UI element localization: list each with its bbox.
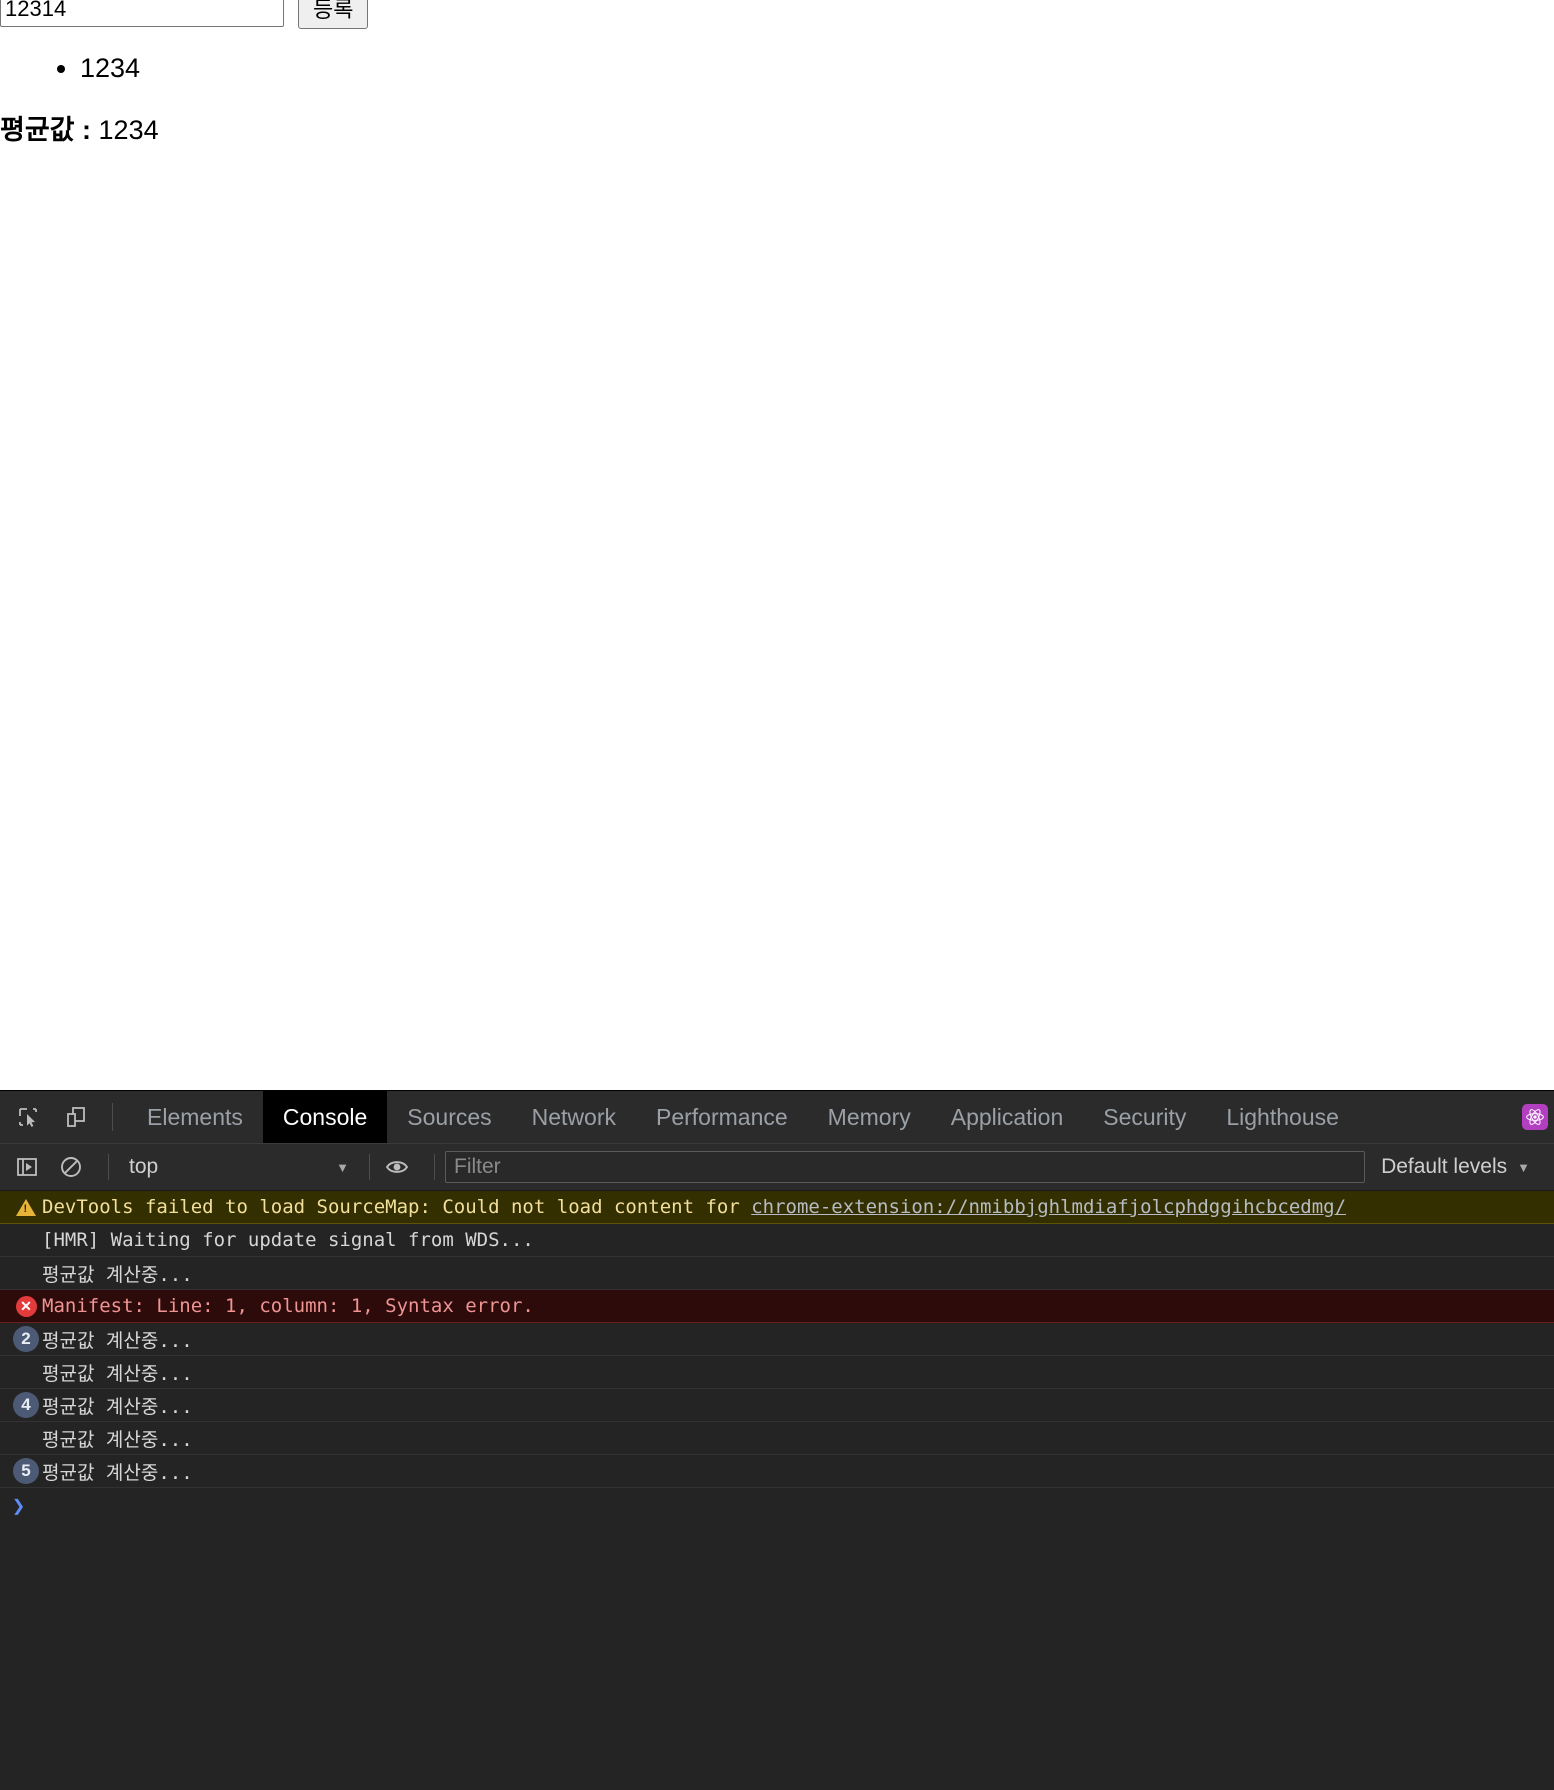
devtools-tool-icons [0,1091,127,1143]
device-toolbar-icon[interactable] [58,1099,94,1135]
console-message-body: DevTools failed to load SourceMap: Could… [42,1196,752,1218]
prompt-caret-icon: ❯ [12,1493,26,1519]
average-value: 1234 [98,115,159,145]
tab-application[interactable]: Application [931,1091,1084,1143]
number-entry-form: 등록 [0,0,369,29]
console-message-text: 평균값 계산중... [42,1362,193,1385]
repeat-count-badge: 4 [13,1392,39,1418]
execution-context-select[interactable]: top ▼ [119,1150,359,1184]
tab-memory[interactable]: Memory [808,1091,931,1143]
clear-console-icon[interactable] [54,1150,88,1184]
console-message-text: 평균값 계산중... [42,1263,193,1286]
console-message-text: 평균값 계산중... [42,1395,193,1418]
console-row-log[interactable]: 4 평균값 계산중... [0,1389,1554,1422]
console-filter-toolbar: top ▼ Default levels ▼ [0,1144,1554,1191]
web-page-content: 등록 1234 평균값 : 1234 [0,0,1554,1090]
tab-security[interactable]: Security [1083,1091,1206,1143]
filterbar-divider-2 [369,1154,370,1180]
toolbar-divider [112,1103,113,1131]
show-console-sidebar-icon[interactable] [10,1150,44,1184]
console-row-log[interactable]: [HMR] Waiting for update signal from WDS… [0,1224,1554,1257]
console-filter-input[interactable] [445,1151,1366,1183]
submit-button[interactable]: 등록 [298,0,369,29]
filterbar-divider-1 [108,1154,109,1180]
console-message-text: 평균값 계산중... [42,1329,193,1352]
console-prompt[interactable]: ❯ [0,1488,1554,1524]
chevron-down-icon: ▼ [1517,1159,1530,1175]
tab-elements[interactable]: Elements [127,1091,263,1143]
console-row-log[interactable]: 평균값 계산중... [0,1257,1554,1290]
repeat-count-badge: 2 [13,1326,39,1352]
tab-lighthouse[interactable]: Lighthouse [1206,1091,1359,1143]
console-repeat-count: 4 [10,1392,42,1418]
console-message-text: 평균값 계산중... [42,1428,193,1451]
average-line: 평균값 : 1234 [0,113,159,147]
tab-sources[interactable]: Sources [387,1091,511,1143]
console-repeat-count: 2 [10,1326,42,1352]
console-row-log[interactable]: 평균값 계산중... [0,1356,1554,1389]
tab-performance[interactable]: Performance [636,1091,808,1143]
console-row-log[interactable]: 2 평균값 계산중... [0,1323,1554,1356]
tab-console[interactable]: Console [262,1091,388,1143]
console-row-error[interactable]: ✕ Manifest: Line: 1, column: 1, Syntax e… [0,1290,1554,1323]
tab-network[interactable]: Network [512,1091,636,1143]
console-message-text: Manifest: Line: 1, column: 1, Syntax err… [42,1295,534,1317]
execution-context-value: top [129,1155,159,1178]
filterbar-divider-3 [434,1154,435,1180]
console-row-log[interactable]: 5 평균값 계산중... [0,1455,1554,1488]
react-devtools-icon[interactable] [1522,1104,1548,1130]
devtools-tab-list: Elements Console Sources Network Perform… [127,1091,1522,1143]
chevron-down-icon: ▼ [336,1159,349,1175]
inspect-element-icon[interactable] [10,1099,46,1135]
devtools-tabbar-right [1522,1091,1554,1143]
live-expression-eye-icon[interactable] [380,1150,414,1184]
average-label: 평균값 : [0,115,92,145]
list-item: 1234 [80,50,140,86]
devtools-panel: Elements Console Sources Network Perform… [0,1090,1554,1790]
console-row-warning[interactable]: DevTools failed to load SourceMap: Could… [0,1191,1554,1224]
number-list: 1234 [0,50,140,86]
console-message-text: DevTools failed to load SourceMap: Could… [42,1196,1554,1218]
console-repeat-count: 5 [10,1458,42,1484]
log-levels-label: Default levels [1381,1155,1508,1178]
sourcemap-link[interactable]: chrome-extension://nmibbjghlmdiafjolcphd… [751,1196,1346,1218]
console-message-text: [HMR] Waiting for update signal from WDS… [42,1229,534,1251]
number-input[interactable] [0,0,284,27]
warning-icon [10,1198,42,1216]
console-message-text: 평균값 계산중... [42,1461,193,1484]
log-levels-select[interactable]: Default levels ▼ [1365,1155,1544,1179]
error-icon: ✕ [10,1295,42,1317]
repeat-count-badge: 5 [13,1458,39,1484]
console-message-list: DevTools failed to load SourceMap: Could… [0,1191,1554,1524]
devtools-tabbar: Elements Console Sources Network Perform… [0,1091,1554,1144]
console-row-log[interactable]: 평균값 계산중... [0,1422,1554,1455]
